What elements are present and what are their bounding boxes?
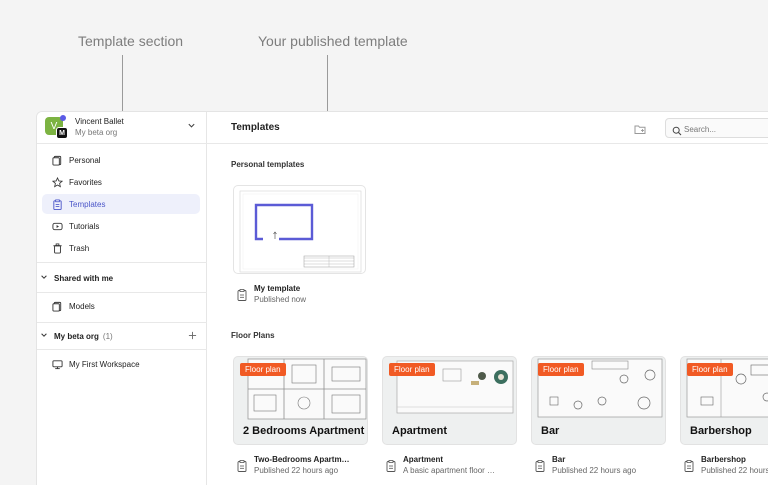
trash-icon (51, 242, 63, 254)
floor-plan-meta: Two-Bedrooms Apartm… Published 22 hours … (237, 455, 350, 475)
section-count: (1) (102, 331, 113, 341)
search-box[interactable] (665, 118, 768, 138)
user-name: Vincent Ballet (75, 117, 124, 126)
monitor-icon (51, 358, 63, 370)
floor-plan-badge: Floor plan (240, 363, 286, 376)
section-label: Shared with me (54, 273, 114, 283)
divider (37, 292, 207, 293)
floor-plan-subtitle: A basic apartment floor … (403, 466, 496, 475)
play-icon (51, 220, 63, 232)
chevron-down-icon[interactable] (187, 121, 196, 132)
template-card-my-template[interactable] (233, 185, 366, 274)
floor-plan-badge: Floor plan (538, 363, 584, 376)
clipboard-icon (684, 459, 694, 472)
sidebar-item-label: Models (69, 301, 95, 311)
floor-plan-card[interactable]: Floor plan 2 Bedrooms Apartment (233, 356, 368, 445)
clipboard-icon (237, 459, 247, 472)
sidebar: V M Vincent Ballet My beta org Personal … (37, 112, 207, 485)
annotation-template-section: Template section (78, 33, 184, 49)
org-badge: M (56, 127, 68, 139)
top-bar: Templates (207, 112, 768, 144)
clipboard-icon (237, 288, 247, 301)
org-name: My beta org (75, 128, 118, 137)
add-icon[interactable] (188, 329, 197, 343)
floor-plan-card[interactable]: Floor plan Bar (531, 356, 666, 445)
sidebar-item-personal[interactable]: Personal (42, 150, 200, 170)
clipboard-icon (51, 198, 63, 210)
sidebar-item-workspace[interactable]: My First Workspace (42, 354, 200, 374)
sidebar-item-favorites[interactable]: Favorites (42, 172, 200, 192)
main-content: Templates Personal templates (207, 112, 768, 485)
template-thumbnail (239, 190, 362, 273)
template-status: Published now (254, 295, 307, 304)
sidebar-item-label: Trash (69, 243, 90, 253)
sidebar-item-label: My First Workspace (69, 359, 140, 369)
chevron-down-icon (40, 273, 48, 283)
divider (37, 262, 207, 263)
floor-plan-subtitle: Published 22 hours ago (701, 466, 768, 475)
sidebar-item-label: Templates (69, 199, 106, 209)
floor-plans-heading: Floor Plans (231, 331, 275, 340)
sidebar-item-models[interactable]: Models (42, 296, 200, 316)
presence-dot (60, 115, 66, 121)
floor-plan-name: Apartment (392, 425, 448, 437)
floor-plan-title: Bar (552, 455, 566, 464)
template-meta: My template Published now (237, 284, 306, 304)
section-label: My beta org (54, 331, 99, 341)
floor-plan-meta: Bar Published 22 hours ago (535, 455, 636, 475)
annotation-published-template: Your published template (258, 33, 408, 49)
sidebar-item-label: Personal (69, 155, 101, 165)
floor-plan-subtitle: Published 22 hours ago (254, 466, 339, 475)
floor-plan-title: Barbershop (701, 455, 746, 464)
app-window: V M Vincent Ballet My beta org Personal … (36, 111, 768, 485)
floor-plan-subtitle: Published 22 hours ago (552, 466, 637, 475)
sidebar-item-templates[interactable]: Templates (42, 194, 200, 214)
personal-templates-heading: Personal templates (231, 160, 305, 169)
divider (37, 349, 207, 350)
sidebar-item-label: Tutorials (69, 221, 100, 231)
search-input[interactable] (684, 123, 768, 135)
floor-plan-card[interactable]: Floor plan Barbershop (680, 356, 768, 445)
folder-icon[interactable] (634, 122, 646, 134)
divider (37, 322, 207, 323)
search-icon (672, 123, 682, 141)
star-icon (51, 176, 63, 188)
floor-plan-title: Two-Bedrooms Apartm… (254, 455, 350, 464)
sidebar-item-trash[interactable]: Trash (42, 238, 200, 258)
file-icon (51, 300, 63, 312)
org-switcher[interactable]: V M Vincent Ballet My beta org (37, 112, 207, 144)
floor-plan-name: Bar (541, 425, 560, 437)
floor-plan-name: Barbershop (690, 425, 752, 437)
sidebar-item-tutorials[interactable]: Tutorials (42, 216, 200, 236)
floor-plan-name: 2 Bedrooms Apartment (243, 425, 365, 437)
floor-plan-meta: Apartment A basic apartment floor … (386, 455, 495, 475)
sidebar-item-label: Favorites (69, 177, 102, 187)
section-shared-with-me[interactable]: Shared with me (37, 267, 207, 289)
template-title: My template (254, 284, 301, 293)
clipboard-icon (535, 459, 545, 472)
floor-plan-badge: Floor plan (687, 363, 733, 376)
floor-plan-title: Apartment (403, 455, 444, 464)
section-my-beta-org[interactable]: My beta org (1) (37, 325, 207, 347)
file-icon (51, 154, 63, 166)
clipboard-icon (386, 459, 396, 472)
floor-plan-badge: Floor plan (389, 363, 435, 376)
page-title: Templates (231, 122, 280, 133)
floor-plan-meta: Barbershop Published 22 hours ago (684, 455, 768, 475)
floor-plan-card[interactable]: Floor plan Apartment (382, 356, 517, 445)
chevron-down-icon (40, 331, 48, 341)
